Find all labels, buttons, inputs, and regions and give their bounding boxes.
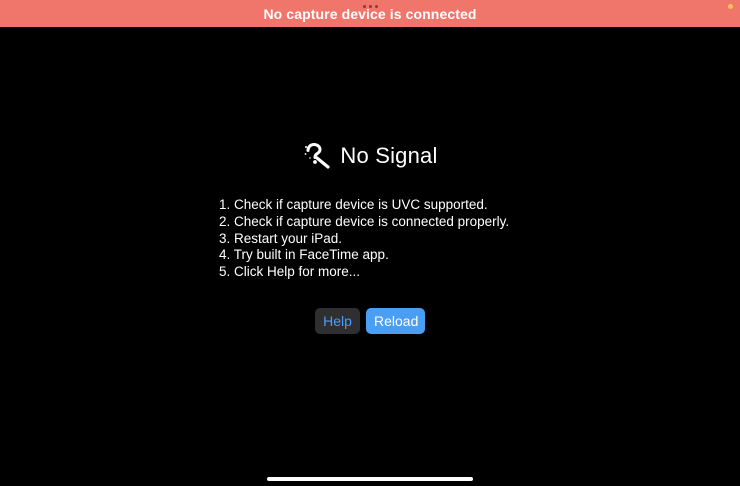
action-buttons: Help Reload — [315, 308, 425, 334]
reload-button[interactable]: Reload — [366, 308, 425, 334]
list-item: 1. Check if capture device is UVC suppor… — [219, 197, 488, 212]
magnifier-question-icon — [304, 142, 330, 169]
app-screen: No capture device is connected No Signal… — [0, 0, 740, 486]
home-indicator[interactable] — [267, 477, 473, 481]
multitasking-menu-icon[interactable] — [363, 5, 378, 8]
list-item: 4. Try built in FaceTime app. — [219, 247, 389, 263]
status-indicator-dot — [728, 4, 733, 9]
list-item: 3. Restart your iPad. — [219, 230, 343, 246]
list-item: 5. Click Help for more... — [219, 264, 361, 280]
list-item: 2. Check if capture device is connected … — [219, 213, 510, 229]
troubleshooting-steps: 1. Check if capture device is UVC suppor… — [219, 197, 509, 281]
help-button[interactable]: Help — [315, 308, 360, 334]
page-title: No Signal — [340, 143, 438, 168]
no-signal-header: No Signal — [0, 141, 740, 171]
